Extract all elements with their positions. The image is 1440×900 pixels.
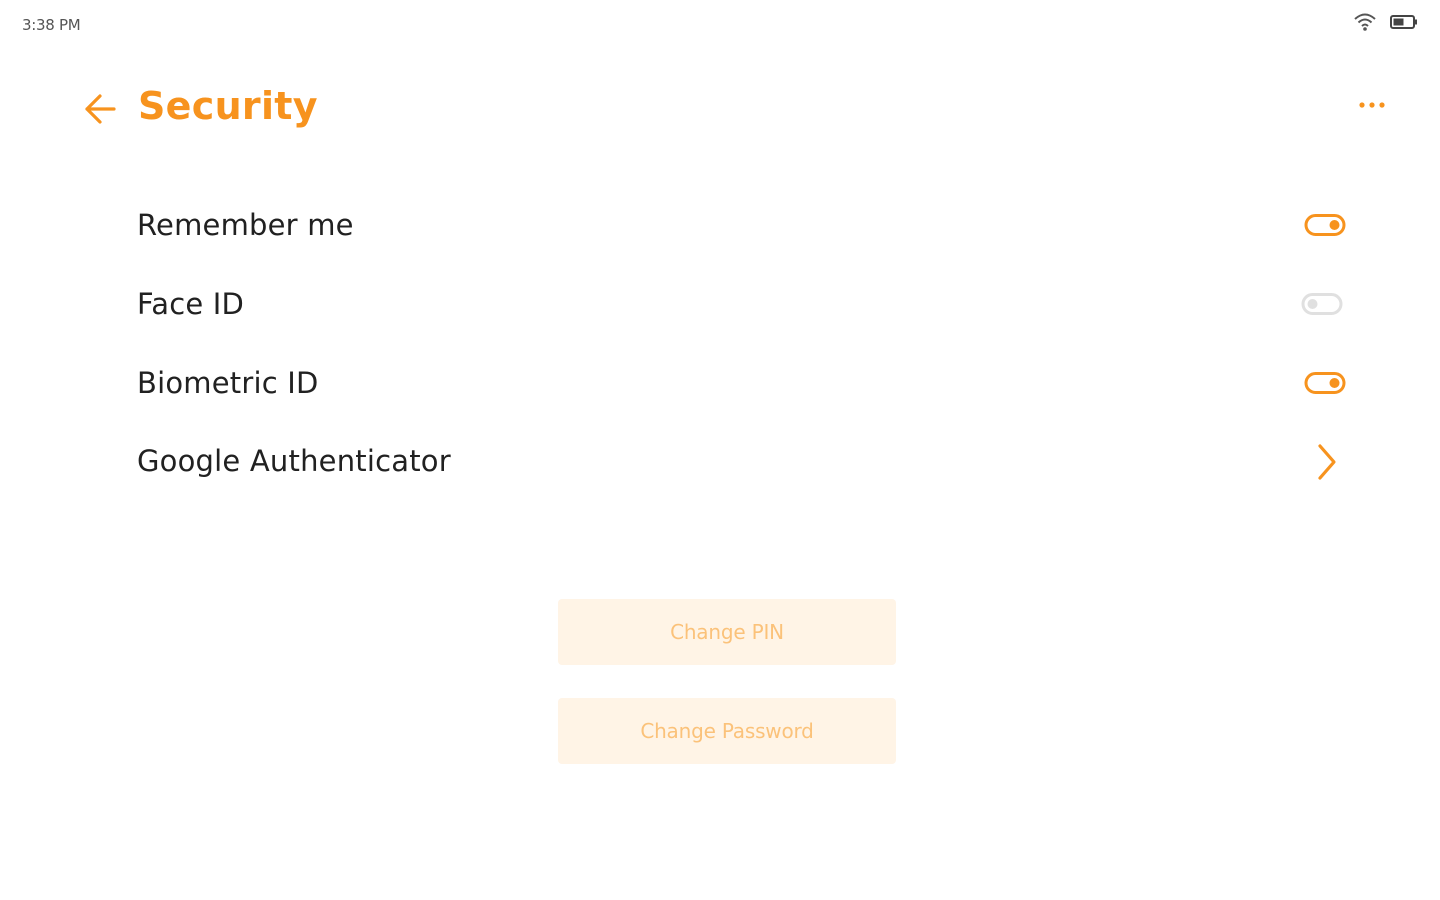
status-icons (1354, 12, 1418, 32)
security-screen: 3:38 PM Security Remember me Face ID Bio… (0, 0, 1440, 900)
arrow-left-icon[interactable] (80, 88, 122, 130)
setting-label: Remember me (137, 208, 354, 242)
chevron-right-icon[interactable] (1314, 442, 1340, 482)
change-password-button[interactable]: Change Password (558, 698, 896, 764)
status-time: 3:38 PM (22, 16, 81, 34)
setting-row-remember-me: Remember me (137, 196, 1352, 256)
wifi-icon (1354, 12, 1376, 32)
change-pin-button[interactable]: Change PIN (558, 599, 896, 665)
face-id-toggle[interactable] (1301, 291, 1343, 317)
biometric-id-toggle[interactable] (1304, 370, 1346, 396)
setting-label: Google Authenticator (137, 444, 451, 478)
setting-row-biometric-id: Biometric ID (137, 354, 1352, 414)
remember-me-toggle[interactable] (1304, 212, 1346, 238)
setting-row-face-id: Face ID (137, 275, 1352, 335)
battery-icon (1390, 14, 1418, 30)
setting-label: Face ID (137, 287, 245, 321)
page-title: Security (138, 84, 318, 128)
more-horizontal-icon[interactable] (1354, 92, 1390, 118)
setting-row-google-authenticator[interactable]: Google Authenticator (137, 432, 1352, 492)
setting-label: Biometric ID (137, 366, 319, 400)
